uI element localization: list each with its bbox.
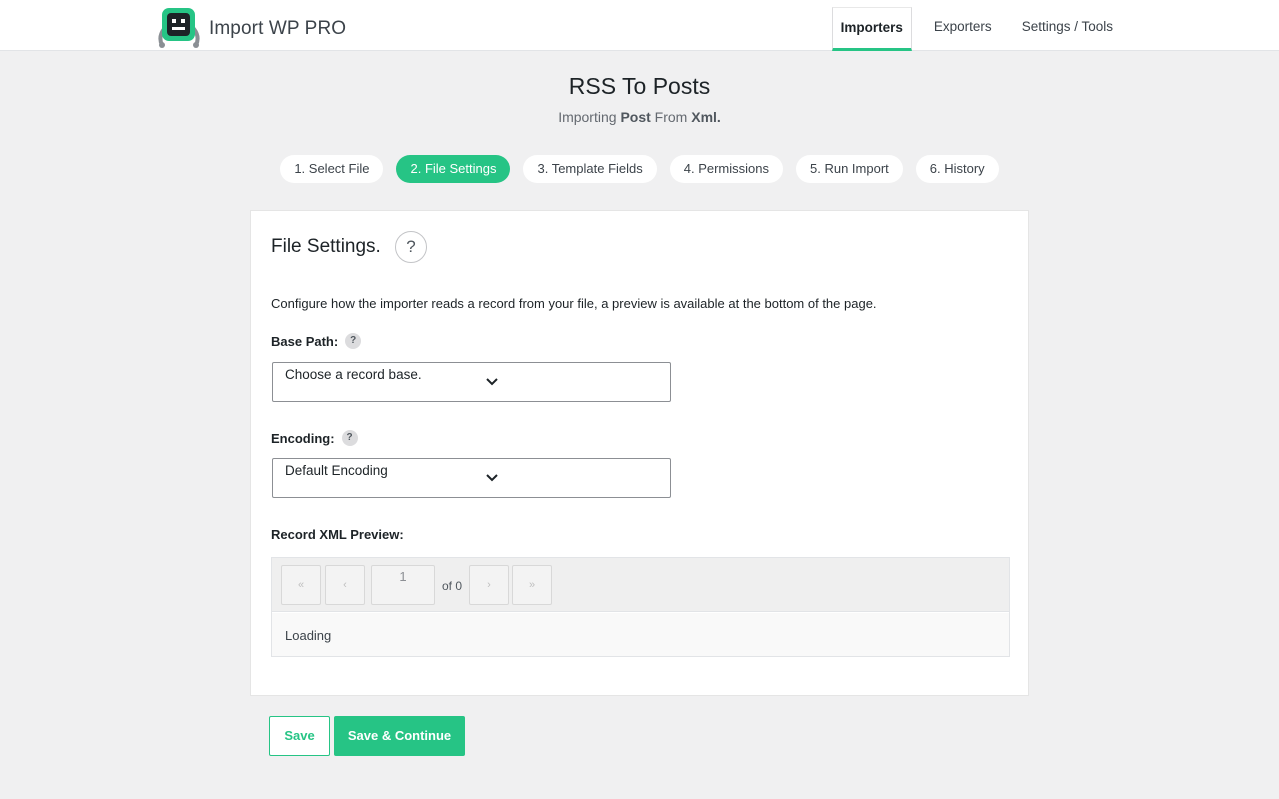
main-nav: Importers Exporters Settings / Tools <box>818 7 1121 51</box>
nav-settings-tools[interactable]: Settings / Tools <box>1014 7 1121 51</box>
subtitle-prefix: Importing <box>558 109 617 125</box>
page-count-text: of 0 <box>442 579 463 593</box>
preview-body <box>272 613 1009 656</box>
file-settings-card: File Settings. ? Configure how the impor… <box>250 210 1029 696</box>
robot-logo-icon <box>156 7 202 49</box>
prev-page-button[interactable]: ‹ <box>325 565 365 605</box>
save-continue-button[interactable]: Save & Continue <box>334 716 465 756</box>
next-page-button[interactable]: › <box>469 565 509 605</box>
first-page-button[interactable]: « <box>281 565 321 605</box>
encoding-label: Encoding: ? <box>271 430 358 446</box>
nav-exporters[interactable]: Exporters <box>926 7 1000 51</box>
encoding-help-icon[interactable]: ? <box>341 430 358 446</box>
step-file-settings[interactable]: 2. File Settings <box>396 155 511 183</box>
step-run-import[interactable]: 5. Run Import <box>796 155 903 183</box>
subtitle-mid: From <box>654 109 688 125</box>
base-path-label-text: Base Path: <box>271 333 339 349</box>
preview-pager: « ‹ 1 of 0 › » <box>272 558 1009 612</box>
base-path-select[interactable]: Choose a record base. <box>272 362 671 402</box>
base-path-label: Base Path: ? <box>271 333 362 349</box>
record-preview: « ‹ 1 of 0 › » Loading <box>271 557 1010 657</box>
chevron-down-icon <box>486 378 498 386</box>
page-number-input[interactable]: 1 <box>371 565 435 605</box>
last-page-button[interactable]: » <box>512 565 552 605</box>
help-icon[interactable]: ? <box>395 231 427 263</box>
card-description: Configure how the importer reads a recor… <box>271 296 877 311</box>
chevron-down-icon <box>486 474 498 482</box>
preview-status: Loading <box>285 628 332 643</box>
subtitle-type: Post <box>620 109 651 125</box>
base-path-help-icon[interactable]: ? <box>345 333 362 349</box>
encoding-select[interactable]: Default Encoding <box>272 458 671 498</box>
step-select-file[interactable]: 1. Select File <box>280 155 384 183</box>
subtitle-format: Xml. <box>691 109 721 125</box>
encoding-label-text: Encoding: <box>271 430 335 446</box>
brand-name: Import WP PRO <box>209 17 347 39</box>
save-button[interactable]: Save <box>269 716 330 756</box>
page-subtitle: Importing Post From Xml. <box>0 109 1279 125</box>
card-title: File Settings. <box>271 236 381 257</box>
step-template-fields[interactable]: 3. Template Fields <box>523 155 657 183</box>
base-path-value: Choose a record base. <box>285 367 422 382</box>
step-tabs: 1. Select File 2. File Settings 3. Templ… <box>0 155 1279 183</box>
page-title: RSS To Posts <box>568 73 711 99</box>
record-preview-label-text: Record XML Preview: <box>271 527 404 542</box>
brand[interactable]: Import WP PRO <box>156 7 346 49</box>
nav-importers[interactable]: Importers <box>831 7 912 51</box>
top-bar: Import WP PRO Importers Exporters Settin… <box>0 0 1279 51</box>
step-history[interactable]: 6. History <box>915 155 999 183</box>
record-preview-label: Record XML Preview: <box>271 527 404 542</box>
encoding-value: Default Encoding <box>285 463 388 478</box>
step-permissions[interactable]: 4. Permissions <box>669 155 783 183</box>
